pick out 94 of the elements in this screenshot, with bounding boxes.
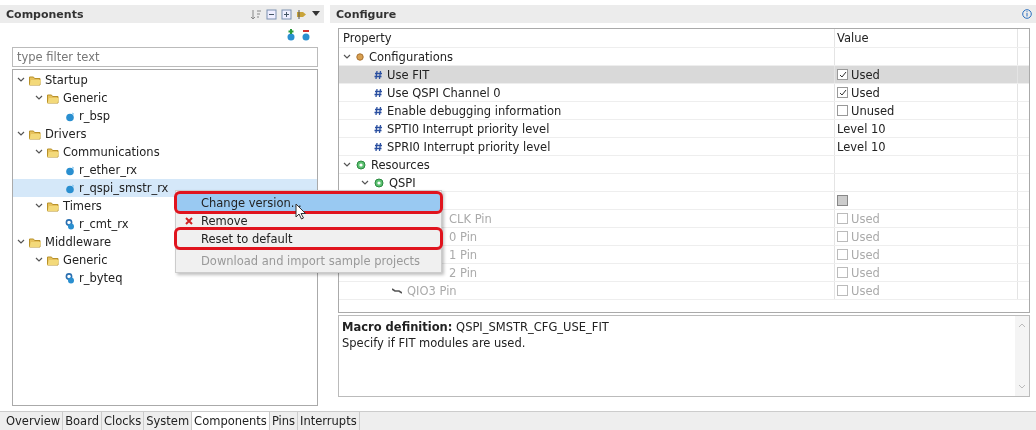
panel-title: Configure xyxy=(336,7,397,21)
column-header[interactable]: Value xyxy=(835,29,1018,47)
expand-all-icon[interactable] xyxy=(281,8,292,20)
property-label: QSPI xyxy=(389,175,416,190)
expand-chevron-icon[interactable] xyxy=(35,256,43,264)
pin-icon xyxy=(392,286,402,295)
filter-field[interactable]: type filter text xyxy=(12,47,318,67)
checkbox[interactable] xyxy=(837,195,848,206)
hash-icon xyxy=(374,69,382,80)
property-label: 0 Pin xyxy=(449,229,478,244)
delete-icon xyxy=(185,216,193,225)
component-icon xyxy=(65,218,75,230)
property-value: Used xyxy=(851,229,880,244)
property-value: Used xyxy=(851,211,880,226)
folder-icon xyxy=(47,92,59,104)
tab[interactable]: Interrupts xyxy=(298,412,360,430)
expand-chevron-icon[interactable] xyxy=(35,148,43,156)
property-row[interactable]: Resources xyxy=(339,156,1029,174)
property-label: 2 Pin xyxy=(449,265,478,280)
folder-icon xyxy=(47,146,59,158)
resource-icon xyxy=(374,177,384,188)
tab[interactable]: Pins xyxy=(269,412,299,430)
sort-icon[interactable] xyxy=(251,8,262,20)
property-value: Used xyxy=(851,265,880,280)
resource-icon xyxy=(356,159,366,170)
info-icon[interactable] xyxy=(1022,9,1032,19)
property-label: 1 Pin xyxy=(449,247,478,262)
hash-icon xyxy=(374,141,382,152)
tree-item[interactable]: Communications xyxy=(13,143,317,161)
property-label: QIO3 Pin xyxy=(407,283,457,298)
tree-item[interactable]: r_byteq xyxy=(13,269,317,287)
property-label: CLK Pin xyxy=(449,211,492,226)
tree-item[interactable]: r_ether_rx xyxy=(13,161,317,179)
tab[interactable]: Overview xyxy=(4,412,64,430)
folder-icon xyxy=(29,128,41,140)
component-icon xyxy=(65,164,75,176)
remove-component-icon[interactable] xyxy=(300,29,312,41)
expand-chevron-icon[interactable] xyxy=(361,178,369,187)
link-icon[interactable] xyxy=(296,8,308,20)
checkbox[interactable] xyxy=(837,105,848,116)
folder-icon xyxy=(47,254,59,266)
property-label: SPTI0 Interrupt priority level xyxy=(387,121,550,136)
tab[interactable]: Clocks xyxy=(101,412,145,430)
property-row[interactable]: Use FIT Used xyxy=(339,66,1029,84)
dropdown-icon[interactable] xyxy=(312,11,320,17)
add-component-icon[interactable] xyxy=(285,29,297,41)
tree-item[interactable]: r_bsp xyxy=(13,107,317,125)
menu-item[interactable]: Change version... xyxy=(177,194,440,211)
expand-chevron-icon[interactable] xyxy=(35,202,43,210)
property-row[interactable]: SPTI0 Interrupt priority level Level 10 xyxy=(339,120,1029,138)
macro-definition-text: Macro definition: QSPI_SMSTR_CFG_USE_FIT xyxy=(342,319,610,335)
property-label: SPRI0 Interrupt priority level xyxy=(387,139,551,154)
folder-icon xyxy=(29,74,41,86)
expand-chevron-icon[interactable] xyxy=(17,76,25,84)
property-value: Used xyxy=(851,67,880,82)
checkbox[interactable] xyxy=(837,87,848,98)
panel-title: Components xyxy=(6,7,84,21)
hash-icon xyxy=(374,105,382,116)
hash-icon xyxy=(374,87,382,98)
category-icon xyxy=(356,52,364,61)
component-icon xyxy=(65,182,75,194)
property-value: Unused xyxy=(851,103,895,118)
property-row[interactable]: Use QSPI Channel 0 Used xyxy=(339,84,1029,102)
expand-chevron-icon[interactable] xyxy=(343,52,351,61)
checkbox[interactable] xyxy=(837,69,848,80)
property-label: Enable debugging information xyxy=(387,103,562,118)
hash-icon xyxy=(374,123,382,134)
expand-chevron-icon[interactable] xyxy=(17,130,25,138)
property-value: Used xyxy=(851,85,880,100)
property-label: Use QSPI Channel 0 xyxy=(387,85,501,100)
tab[interactable]: Components xyxy=(192,412,270,430)
tree-item[interactable]: Startup xyxy=(13,71,317,89)
expand-chevron-icon[interactable] xyxy=(35,94,43,102)
collapse-all-icon[interactable] xyxy=(266,8,277,20)
expand-chevron-icon[interactable] xyxy=(343,160,351,169)
property-value: Used xyxy=(851,283,880,298)
property-value: Level 10 xyxy=(837,139,886,154)
tree-item[interactable]: Generic xyxy=(13,89,317,107)
property-value: Used xyxy=(851,247,880,262)
component-icon xyxy=(65,272,75,284)
expand-chevron-icon[interactable] xyxy=(17,238,25,246)
description-text: Specify if FIT modules are used. xyxy=(342,335,527,351)
folder-icon xyxy=(29,236,41,248)
folder-icon xyxy=(47,200,59,212)
property-label: Use FIT xyxy=(387,67,430,82)
property-value: Level 10 xyxy=(837,121,886,136)
tab[interactable]: Board xyxy=(63,412,102,430)
property-label: Resources xyxy=(371,157,430,172)
property-row[interactable]: SPRI0 Interrupt priority level Level 10 xyxy=(339,138,1029,156)
property-label: Configurations xyxy=(369,49,453,64)
component-icon xyxy=(65,110,75,122)
column-header[interactable]: Property xyxy=(339,29,835,47)
tree-item[interactable]: Drivers xyxy=(13,125,317,143)
property-row[interactable]: Enable debugging information Unused xyxy=(339,102,1029,120)
